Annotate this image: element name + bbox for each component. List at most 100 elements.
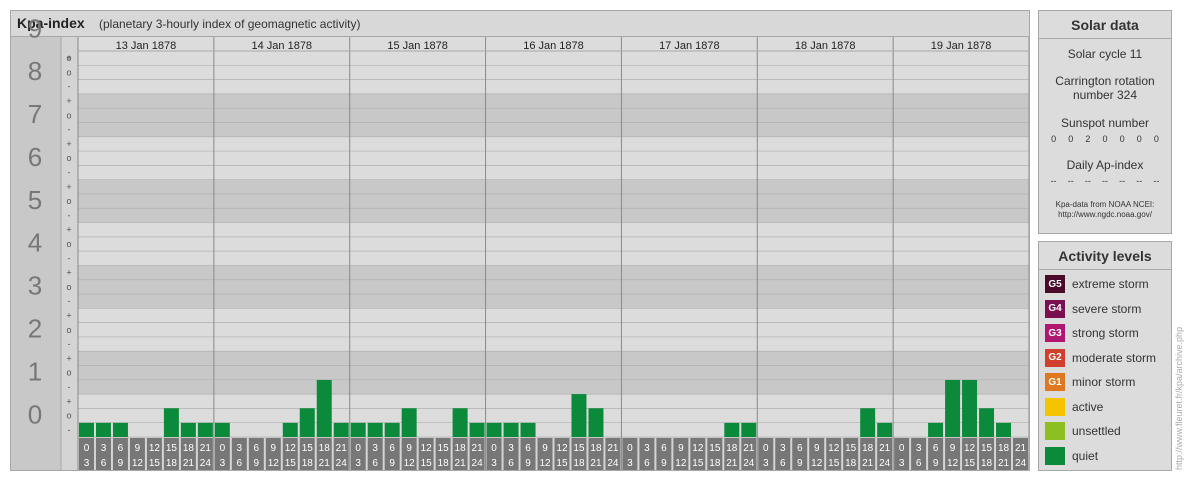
kp-bar <box>945 379 961 437</box>
interval-start-label: 9 <box>814 443 820 454</box>
interval-end-label: 15 <box>964 458 976 469</box>
day-label: 15 Jan 1878 <box>387 40 448 52</box>
minor-tick-label: o <box>66 411 71 421</box>
interval-end-label: 3 <box>899 458 905 469</box>
minor-tick-label: + <box>66 96 71 106</box>
kp-band <box>78 265 1029 309</box>
sunspot-value: 0 <box>1153 134 1159 144</box>
interval-start-label: 21 <box>472 443 484 454</box>
interval-start-label: 9 <box>542 443 548 454</box>
interval-end-label: 9 <box>118 458 124 469</box>
level-swatch: G2 <box>1045 348 1065 367</box>
interval-start-label: 15 <box>709 443 721 454</box>
activity-levels-panel: Activity levels G5 extreme storm G4 seve… <box>1038 241 1172 471</box>
interval-end-label: 9 <box>525 458 531 469</box>
interval-start-label: 0 <box>84 443 90 454</box>
interval-end-label: 3 <box>491 458 497 469</box>
level-swatch: G3 <box>1045 324 1065 343</box>
minor-tick-label: o <box>66 196 71 206</box>
y-tick-label: 3 <box>28 271 42 301</box>
ap-value: -- <box>1101 176 1108 186</box>
interval-start-label: 9 <box>271 443 277 454</box>
minor-tick-label: - <box>68 382 71 392</box>
interval-start-label: 6 <box>525 443 531 454</box>
kp-bar <box>571 394 587 437</box>
kp-bar <box>401 408 417 437</box>
minor-tick-label: o <box>66 325 71 335</box>
kp-bar <box>350 422 366 437</box>
level-label: severe storm <box>1072 301 1142 316</box>
level-label: strong storm <box>1072 326 1139 341</box>
day-label: 19 Jan 1878 <box>931 40 992 52</box>
interval-start-label: 9 <box>406 443 412 454</box>
kp-band <box>78 351 1029 395</box>
interval-start-label: 18 <box>590 443 602 454</box>
minor-tick-label: + <box>66 396 71 406</box>
day-label: 17 Jan 1878 <box>659 40 720 52</box>
ap-value: -- <box>1119 176 1126 186</box>
interval-end-label: 15 <box>421 458 433 469</box>
data-credit-line2: http://www.ngdc.noaa.gov/ <box>1058 210 1152 219</box>
interval-start-label: 0 <box>627 443 633 454</box>
interval-start-label: 12 <box>421 443 433 454</box>
minor-tick-label: o <box>66 53 71 63</box>
interval-end-label: 3 <box>627 458 633 469</box>
interval-start-label: 12 <box>149 443 161 454</box>
y-tick-label: 8 <box>28 56 42 86</box>
interval-end-label: 6 <box>916 458 922 469</box>
minor-tick-label: - <box>68 125 71 135</box>
interval-start-label: 12 <box>692 443 704 454</box>
interval-start-label: 0 <box>899 443 905 454</box>
sunspot-value: 0 <box>1119 134 1125 144</box>
y-tick-label: 2 <box>28 313 42 343</box>
interval-start-label: 3 <box>508 443 514 454</box>
interval-end-label: 12 <box>404 458 416 469</box>
kp-bar <box>367 422 383 437</box>
kp-bar <box>741 422 757 437</box>
interval-end-label: 15 <box>285 458 297 469</box>
minor-tick-label: o <box>66 67 71 77</box>
kp-bar <box>860 408 876 437</box>
interval-start-label: 18 <box>862 443 874 454</box>
kp-bar <box>452 408 468 437</box>
kp-bar <box>180 422 196 437</box>
minor-tick-label: - <box>68 296 71 306</box>
interval-start-label: 6 <box>933 443 939 454</box>
kp-band <box>78 93 1029 137</box>
level-g3: G3 strong storm <box>1039 321 1171 346</box>
sunspot-value: 0 <box>1068 134 1074 144</box>
day-label: 16 Jan 1878 <box>523 40 584 52</box>
kpa-chart-panel: Kpa-index (planetary 3-hourly index of g… <box>10 10 1030 471</box>
interval-end-label: 12 <box>811 458 823 469</box>
interval-start-label: 12 <box>964 443 976 454</box>
y-tick-label: 7 <box>28 99 42 129</box>
level-label: extreme storm <box>1072 277 1149 292</box>
minor-tick-label: o <box>66 368 71 378</box>
interval-start-label: 3 <box>644 443 650 454</box>
interval-start-label: 0 <box>763 443 769 454</box>
interval-start-label: 18 <box>183 443 195 454</box>
level-swatch: G5 <box>1045 275 1065 294</box>
kp-bar <box>384 422 400 437</box>
minor-tick-label: + <box>66 139 71 149</box>
level-label: moderate storm <box>1072 350 1157 365</box>
interval-end-label: 6 <box>644 458 650 469</box>
y-tick-label: 5 <box>28 185 42 215</box>
level-label: quiet <box>1072 448 1099 463</box>
interval-end-label: 6 <box>237 458 243 469</box>
interval-end-label: 15 <box>828 458 840 469</box>
minor-tick-label: - <box>68 82 71 92</box>
solar-data-title: Solar data <box>1039 11 1171 39</box>
interval-end-label: 12 <box>947 458 959 469</box>
interval-start-label: 21 <box>1015 443 1027 454</box>
interval-start-label: 3 <box>237 443 243 454</box>
kp-bar <box>333 422 349 437</box>
interval-end-label: 18 <box>573 458 585 469</box>
interval-start-label: 0 <box>355 443 361 454</box>
level-swatch: G4 <box>1045 299 1065 318</box>
minor-tick-label: + <box>66 310 71 320</box>
interval-start-label: 3 <box>780 443 786 454</box>
day-label: 18 Jan 1878 <box>795 40 856 52</box>
ap-index-values: -- -- -- -- -- -- -- <box>1039 176 1171 186</box>
ap-value: -- <box>1136 176 1143 186</box>
